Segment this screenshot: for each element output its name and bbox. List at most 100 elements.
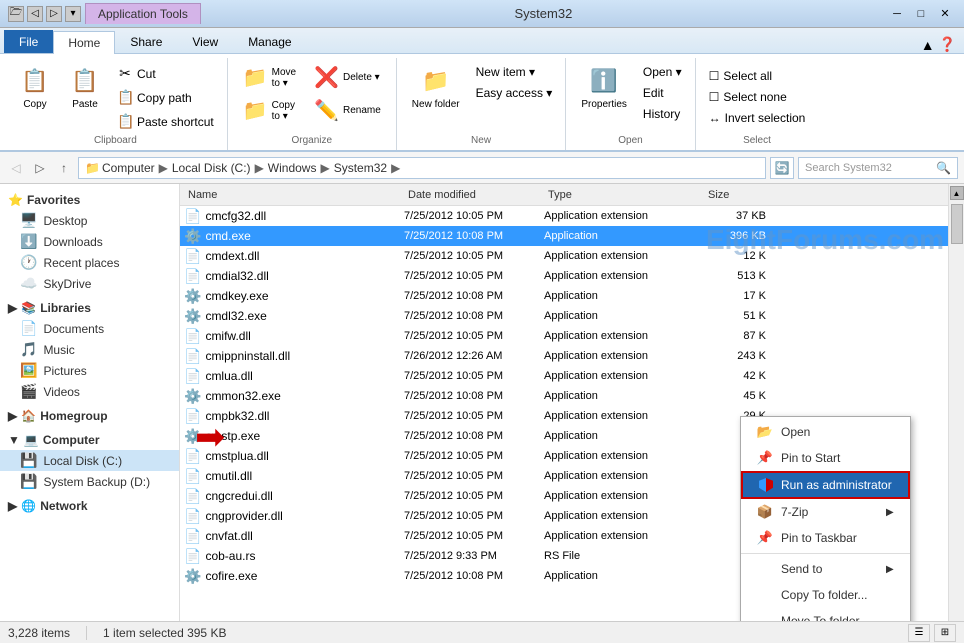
file-icon: 📄 <box>184 368 201 385</box>
icons-view-button[interactable]: ⊞ <box>934 624 956 642</box>
cm-7zip[interactable]: 📦 7-Zip ▶ <box>741 499 910 525</box>
maximize-button[interactable]: □ <box>910 5 932 23</box>
search-box[interactable]: Search System32 🔍 <box>798 157 958 179</box>
tab-file[interactable]: File <box>4 30 53 53</box>
table-row[interactable]: 📄cmippninstall.dll 7/26/2012 12:26 AM Ap… <box>180 346 948 366</box>
organize-buttons: 📁 Moveto ▾ 📁 Copyto ▾ ❌ Delete ▾ ✏️ <box>236 62 388 133</box>
minimize-button[interactable]: ─ <box>886 5 908 23</box>
table-row[interactable]: 📄cmcfg32.dll 7/25/2012 10:05 PM Applicat… <box>180 206 948 226</box>
breadcrumb-windows[interactable]: Windows <box>268 161 317 175</box>
down-arrow-tb[interactable]: ▾ <box>65 6 81 22</box>
computer-header[interactable]: ▼ 💻 Computer <box>0 430 179 450</box>
copy-button[interactable]: 📋 Copy <box>12 62 58 113</box>
new-label: New <box>471 133 491 146</box>
paste-button[interactable]: 📋 Paste <box>62 62 108 113</box>
tab-share[interactable]: Share <box>115 30 177 53</box>
back-button[interactable]: ◁ <box>6 158 26 178</box>
address-input[interactable]: 📁 Computer ▶ Local Disk (C:) ▶ Windows ▶… <box>78 157 766 179</box>
cm-pin-start[interactable]: 📌 Pin to Start <box>741 445 910 471</box>
invert-selection-button[interactable]: ↔Invert selection <box>704 108 811 128</box>
cm-pin-taskbar[interactable]: 📌 Pin to Taskbar <box>741 525 910 551</box>
table-row[interactable]: ⚙️cmd.exe 7/25/2012 10:08 PM Application… <box>180 226 948 246</box>
move-to-button[interactable]: 📁 Moveto ▾ <box>236 62 303 93</box>
paste-icon: 📋 <box>69 65 101 97</box>
select-none-button[interactable]: ☐Select none <box>704 87 811 107</box>
edit-button[interactable]: Edit <box>638 83 687 103</box>
details-view-button[interactable]: ☰ <box>908 624 930 642</box>
properties-button[interactable]: ℹ️ Properties <box>574 62 634 113</box>
copy-path-button[interactable]: 📋Copy path <box>112 86 219 109</box>
tab-view[interactable]: View <box>177 30 233 53</box>
sidebar-item-recent[interactable]: 🕐Recent places <box>0 252 179 273</box>
table-row[interactable]: 📄cmdial32.dll 7/25/2012 10:05 PM Applica… <box>180 266 948 286</box>
col-header-size[interactable]: Size <box>704 189 774 201</box>
breadcrumb-local-disk[interactable]: Local Disk (C:) <box>172 161 251 175</box>
send-to-icon <box>757 561 773 577</box>
table-row[interactable]: 📄cmifw.dll 7/25/2012 10:05 PM Applicatio… <box>180 326 948 346</box>
table-row[interactable]: 📄cmdext.dll 7/25/2012 10:05 PM Applicati… <box>180 246 948 266</box>
favorites-header[interactable]: ⭐ Favorites <box>0 190 179 210</box>
vertical-scrollbar[interactable]: ▲ <box>948 184 964 621</box>
sidebar-item-music[interactable]: 🎵Music <box>0 339 179 360</box>
scroll-thumb[interactable] <box>951 204 963 244</box>
new-folder-button[interactable]: 📁 New folder <box>405 62 467 113</box>
cm-copy-to-folder[interactable]: Copy To folder... <box>741 582 910 608</box>
file-icon: 📄 <box>184 488 201 505</box>
help-button[interactable]: ❓ <box>939 36 956 53</box>
delete-button[interactable]: ❌ Delete ▾ <box>307 62 388 93</box>
sidebar-item-pictures[interactable]: 🖼️Pictures <box>0 360 179 381</box>
cut-button[interactable]: ✂Cut <box>112 62 219 85</box>
window-icon[interactable]: 🗁 <box>8 6 24 22</box>
cm-send-to[interactable]: Send to ▶ <box>741 556 910 582</box>
help-collapse-button[interactable]: ▲ <box>921 37 935 53</box>
folder-icon: 📁 <box>85 161 100 175</box>
cm-run-as-admin[interactable]: Run as administrator <box>741 471 910 499</box>
tab-manage[interactable]: Manage <box>233 30 306 53</box>
history-button[interactable]: History <box>638 104 687 124</box>
forward-icon-tb[interactable]: ▷ <box>46 6 62 22</box>
open-button[interactable]: Open ▾ <box>638 62 687 82</box>
col-header-type[interactable]: Type <box>544 189 704 201</box>
select-all-button[interactable]: ☐Select all <box>704 66 811 86</box>
paste-shortcut-button[interactable]: 📋Paste shortcut <box>112 110 219 133</box>
refresh-button[interactable]: 🔄 <box>770 157 794 179</box>
sidebar-item-videos[interactable]: 🎬Videos <box>0 381 179 402</box>
libraries-header[interactable]: ▶ 📚 Libraries <box>0 298 179 318</box>
select-group: ☐Select all ☐Select none ↔Invert selecti… <box>696 58 819 150</box>
item-count: 3,228 items <box>8 626 70 640</box>
back-icon-tb[interactable]: ◁ <box>27 6 43 22</box>
network-header[interactable]: ▶ 🌐 Network <box>0 496 179 516</box>
new-item-button[interactable]: New item ▾ <box>471 62 558 82</box>
close-button[interactable]: ✕ <box>934 5 956 23</box>
scroll-up-button[interactable]: ▲ <box>950 186 964 200</box>
sidebar-item-skydrive[interactable]: ☁️SkyDrive <box>0 273 179 294</box>
sidebar-item-documents[interactable]: 📄Documents <box>0 318 179 339</box>
table-row[interactable]: ⚙️cmdkey.exe 7/25/2012 10:08 PM Applicat… <box>180 286 948 306</box>
title-bar-icons: 🗁 ◁ ▷ ▾ <box>8 6 81 22</box>
homegroup-header[interactable]: ▶ 🏠 Homegroup <box>0 406 179 426</box>
table-row[interactable]: 📄cmlua.dll 7/25/2012 10:05 PM Applicatio… <box>180 366 948 386</box>
tab-home[interactable]: Home <box>53 31 115 54</box>
open-buttons: ℹ️ Properties Open ▾ Edit History <box>574 62 686 133</box>
computer-expand-icon: ▼ <box>8 433 20 447</box>
sidebar-item-system-backup[interactable]: 💾System Backup (D:) <box>0 471 179 492</box>
cm-move-to-folder[interactable]: Move To folder... <box>741 608 910 621</box>
cm-open[interactable]: 📂 Open <box>741 419 910 445</box>
table-row[interactable]: ⚙️cmmon32.exe 7/25/2012 10:08 PM Applica… <box>180 386 948 406</box>
copy-to-button[interactable]: 📁 Copyto ▾ <box>236 95 303 126</box>
col-header-name[interactable]: Name <box>184 189 404 201</box>
sidebar-item-local-disk[interactable]: 💾Local Disk (C:) <box>0 450 179 471</box>
sidebar-item-downloads[interactable]: ⬇️Downloads <box>0 231 179 252</box>
table-row[interactable]: ⚙️cmdl32.exe 7/25/2012 10:08 PM Applicat… <box>180 306 948 326</box>
easy-access-button[interactable]: Easy access ▾ <box>471 83 558 103</box>
rename-button[interactable]: ✏️ Rename <box>307 95 388 126</box>
breadcrumb-system32[interactable]: System32 <box>334 161 387 175</box>
search-icon: 🔍 <box>936 161 951 175</box>
breadcrumb-computer[interactable]: Computer <box>102 161 155 175</box>
sidebar-item-desktop[interactable]: 🖥️Desktop <box>0 210 179 231</box>
7zip-arrow-icon: ▶ <box>886 507 894 518</box>
open-label: Open <box>618 133 642 146</box>
col-header-date[interactable]: Date modified <box>404 189 544 201</box>
forward-button[interactable]: ▷ <box>30 158 50 178</box>
up-button[interactable]: ↑ <box>54 158 74 178</box>
